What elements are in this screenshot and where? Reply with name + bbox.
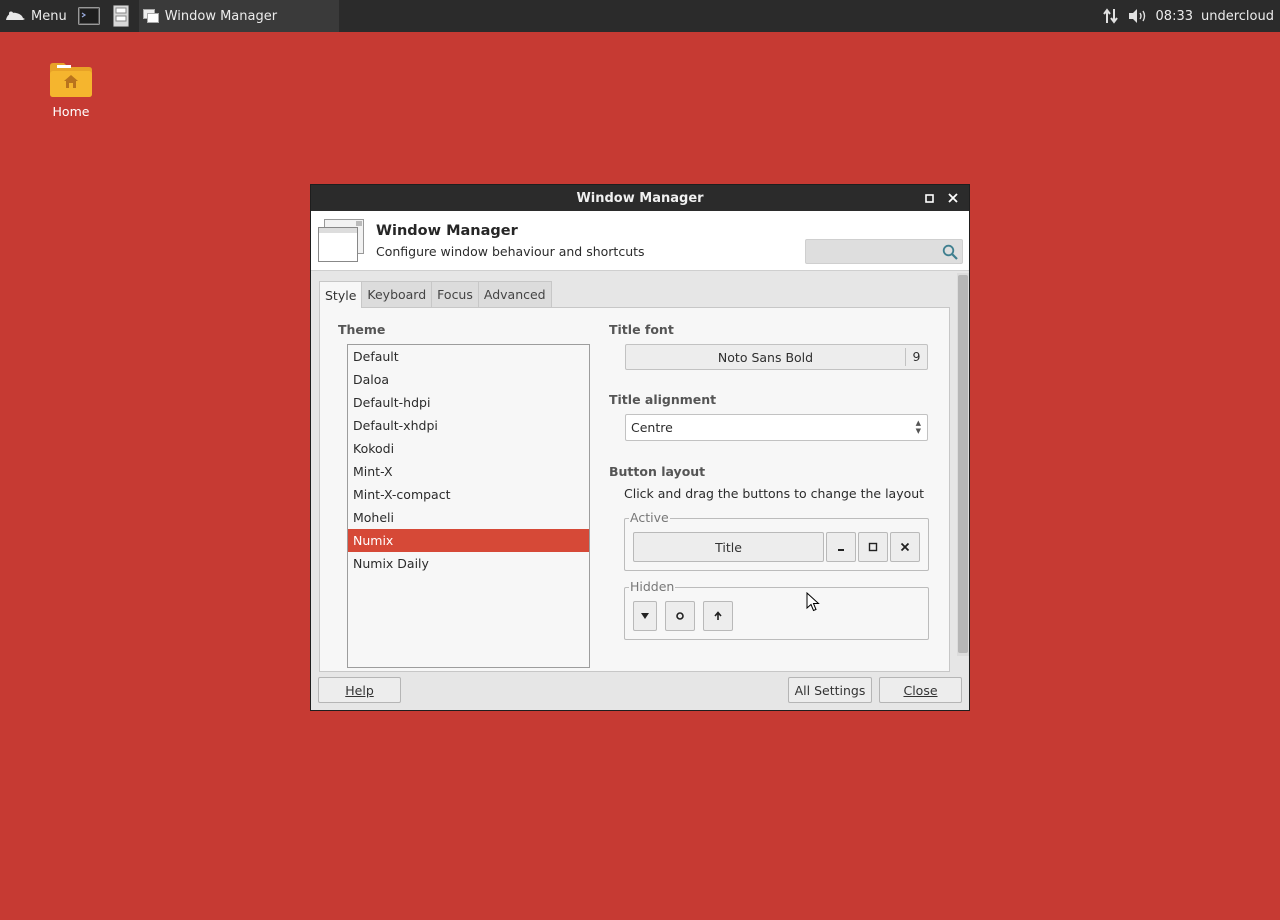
triangle-down-icon [641,613,649,619]
theme-item[interactable]: Default-xhdpi [348,414,589,437]
header-title: Window Manager [376,223,518,239]
top-panel: Menu Window Manager 08:33 undercloud [0,0,1280,32]
theme-item[interactable]: Mint-X-compact [348,483,589,506]
close-window-button[interactable] [943,188,963,208]
system-tray: 08:33 undercloud [1102,0,1280,32]
theme-item[interactable]: Moheli [348,506,589,529]
title-layout-button[interactable]: Title [633,532,824,562]
title-font-label: Title font [609,322,674,337]
circle-icon [676,612,684,620]
minimize-layout-button[interactable] [826,532,856,562]
active-label: Active [629,510,670,525]
window-titlebar[interactable]: Window Manager [311,185,969,211]
search-input[interactable] [806,240,936,263]
minimize-icon [838,549,844,551]
title-alignment-select[interactable]: Centre ▲ ▼ [625,414,928,441]
theme-item-selected[interactable]: Numix [348,529,589,552]
title-font-name: Noto Sans Bold [717,349,814,365]
search-icon[interactable] [942,244,958,260]
close-icon [900,542,910,552]
hidden-buttons-frame: Hidden [624,579,929,640]
home-folder-icon [50,63,92,97]
file-manager-launcher[interactable] [108,3,134,29]
active-buttons-frame: Active Title [624,510,929,571]
theme-item[interactable]: Daloa [348,368,589,391]
scrollbar-thumb[interactable] [958,275,968,653]
dialog-header: Window Manager Configure window behaviou… [311,211,969,271]
mouse-cursor-icon [806,592,820,612]
title-alignment-label: Title alignment [609,392,717,407]
theme-list[interactable]: Default Daloa Default-hdpi Default-xhdpi… [347,344,590,668]
close-layout-button[interactable] [890,532,920,562]
shade-layout-button[interactable] [703,601,733,631]
spin-arrows-icon: ▲ ▼ [915,419,921,435]
theme-label: Theme [338,322,386,337]
all-settings-button[interactable]: All Settings [788,677,872,703]
stick-layout-button[interactable] [665,601,695,631]
maximize-layout-button[interactable] [858,532,888,562]
network-icon[interactable] [1102,8,1120,24]
home-label: Home [52,104,90,119]
desktop-home-icon[interactable]: Home [40,60,102,119]
theme-item[interactable]: Numix Daily [348,552,589,575]
header-subtitle: Configure window behaviour and shortcuts [376,244,645,259]
button-layout-hint: Click and drag the buttons to change the… [624,486,925,501]
terminal-icon [77,7,100,25]
xfce-mouse-icon [6,11,25,20]
user-name[interactable]: undercloud [1201,9,1274,24]
taskbar-window-manager[interactable]: Window Manager [138,0,339,32]
title-alignment-value: Centre [631,420,673,435]
title-font-size: 9 [905,348,927,366]
close-icon [948,193,958,203]
menu-layout-button[interactable] [633,601,657,631]
close-button[interactable]: Close [879,677,962,703]
terminal-launcher[interactable] [76,3,102,29]
arrow-up-icon [714,611,722,620]
theme-item[interactable]: Default-hdpi [348,391,589,414]
clock[interactable]: 08:33 [1156,9,1193,24]
menu-button[interactable]: Menu [0,0,73,32]
hidden-label: Hidden [629,579,676,594]
button-layout-label: Button layout [609,464,706,479]
tab-bar: Style Keyboard Focus Advanced [319,281,552,308]
theme-item[interactable]: Mint-X [348,460,589,483]
maximize-icon [868,542,878,552]
window-title: Window Manager [576,190,704,206]
tab-focus[interactable]: Focus [431,281,479,307]
title-font-button[interactable]: Noto Sans Bold 9 [625,344,928,370]
volume-icon[interactable] [1128,8,1148,24]
menu-label: Menu [31,8,67,24]
style-tab-panel: Theme Default Daloa Default-hdpi Default… [319,307,950,672]
help-button[interactable]: Help [318,677,401,703]
theme-item[interactable]: Kokodi [348,437,589,460]
window-manager-icon [318,219,364,262]
task-title: Window Manager [164,8,278,24]
maximize-button[interactable] [919,188,939,208]
theme-item[interactable]: Default [348,345,589,368]
vertical-scrollbar[interactable] [957,273,969,656]
window-manager-dialog: Window Manager Window Manager Configure … [310,184,970,711]
tab-advanced[interactable]: Advanced [477,281,552,307]
maximize-icon [924,193,934,203]
tab-style[interactable]: Style [319,281,363,308]
window-icon [142,9,159,23]
search-box[interactable] [805,239,963,264]
tab-keyboard[interactable]: Keyboard [361,281,433,307]
file-cabinet-icon [112,5,129,27]
